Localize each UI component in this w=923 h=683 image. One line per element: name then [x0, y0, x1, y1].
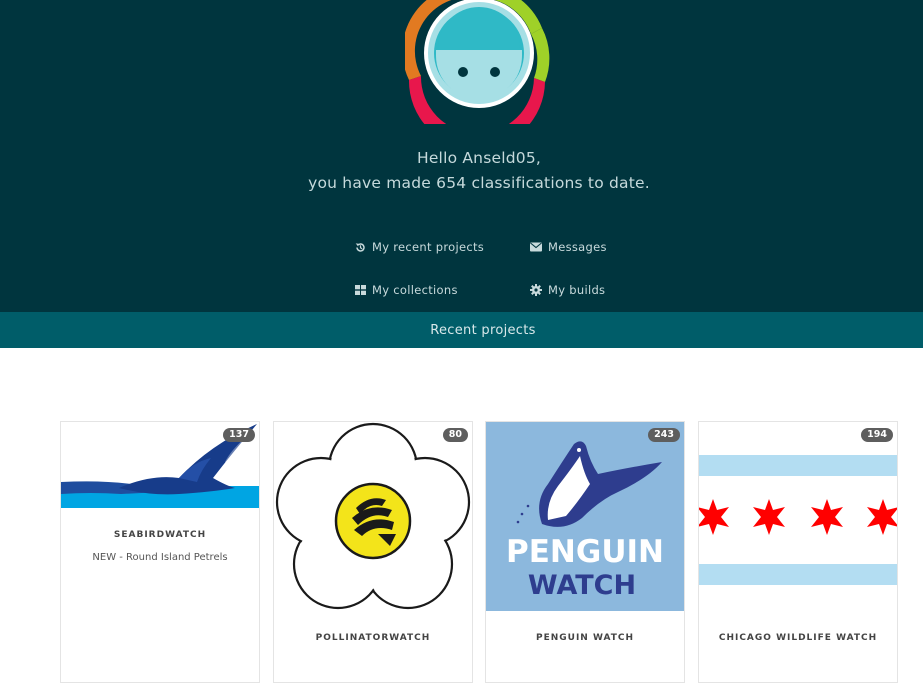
project-card-pollinatorwatch[interactable]: 80 POLLINATORWATCH	[273, 421, 473, 683]
messages-link[interactable]: Messages	[530, 240, 607, 254]
project-name: POLLINATORWATCH	[315, 633, 431, 643]
my-collections-label: My collections	[372, 283, 458, 297]
classification-summary: you have made 654 classifications to dat…	[308, 174, 650, 192]
user-avatar[interactable]	[402, 0, 553, 150]
recent-projects-tab[interactable]: Recent projects	[0, 312, 923, 348]
my-collections-link[interactable]: My collections	[355, 283, 458, 297]
project-thumbnail: 80	[274, 422, 472, 611]
classification-count-badge: 80	[442, 428, 468, 442]
greeting-block: Hello Anseld05, you have made 654 classi…	[0, 146, 923, 196]
avatar-icon	[402, 0, 550, 150]
chicago-flag-icon	[699, 422, 897, 611]
my-recent-projects-link[interactable]: My recent projects	[355, 240, 484, 254]
recent-projects-tab-label: Recent projects	[430, 322, 536, 338]
my-builds-link[interactable]: My builds	[530, 283, 605, 297]
project-card-seabirdwatch[interactable]: 137 SEABIRDWATCH NEW - Round Island Petr…	[60, 421, 260, 683]
project-thumbnail: 137	[61, 422, 259, 508]
project-thumbnail: 194	[699, 422, 897, 611]
project-name: CHICAGO WILDLIFE WATCH	[718, 633, 878, 643]
grid-icon	[355, 285, 366, 295]
profile-hero: Hello Anseld05, you have made 654 classi…	[0, 0, 923, 312]
penguin-logo-icon: PENGUIN WATCH	[486, 422, 684, 611]
penguin-logo-line1: PENGUIN	[506, 534, 664, 570]
penguin-logo-line2: WATCH	[528, 570, 636, 601]
my-recent-projects-label: My recent projects	[372, 240, 485, 254]
project-name: PENGUIN WATCH	[535, 633, 635, 643]
classification-count-badge: 194	[861, 428, 893, 442]
project-card-chicago-wildlife-watch[interactable]: 194 CHICAGO WILDLIFE WATCH	[698, 421, 898, 683]
project-name: SEABIRDWATCH	[113, 530, 207, 540]
project-card-penguin-watch[interactable]: PENGUIN WATCH 243 PENGUIN WATCH	[485, 421, 685, 683]
my-builds-label: My builds	[548, 283, 606, 297]
classification-count-badge: 137	[223, 428, 255, 442]
project-description: NEW - Round Island Petrels	[92, 552, 228, 563]
messages-label: Messages	[548, 240, 607, 254]
classification-count-badge: 243	[648, 428, 680, 442]
project-thumbnail: PENGUIN WATCH 243	[486, 422, 684, 611]
gear-icon	[530, 284, 542, 296]
greeting-text: Hello Anseld05,	[416, 149, 542, 167]
flower-logo-icon	[274, 422, 472, 611]
history-icon	[355, 242, 365, 252]
envelope-icon	[530, 242, 542, 252]
